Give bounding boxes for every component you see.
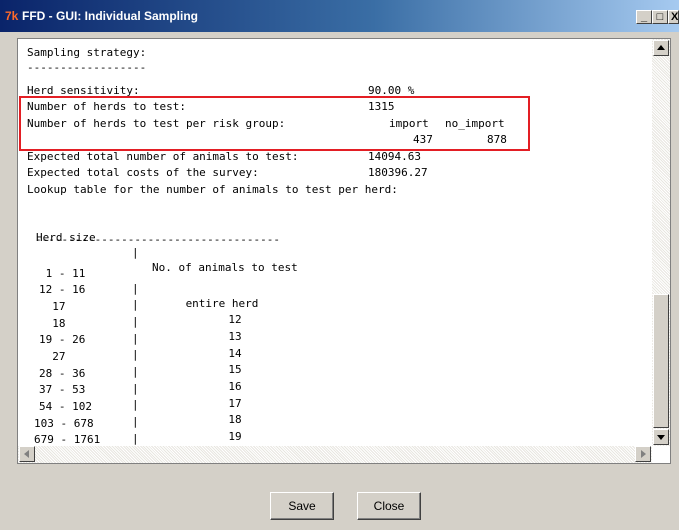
scroll-up-button[interactable]: [653, 40, 669, 56]
minimize-icon: _: [640, 11, 648, 23]
scroll-right-button[interactable]: [635, 446, 651, 462]
maximize-icon: □: [656, 11, 664, 23]
table-row: 679 - 1761 | 21: [34, 417, 355, 446]
table-row: 27 | 16: [35, 334, 355, 393]
table-row: 17 | 13: [35, 284, 355, 343]
arrow-down-icon: [657, 435, 665, 440]
output-text-frame: Sampling strategy: ------------------ He…: [17, 38, 671, 464]
expected-costs-label: Expected total costs of the survey:: [27, 166, 259, 179]
lookup-table-header: Herd size | No. of animals to test: [35, 215, 355, 274]
lookup-table-rule: -------------------------------------: [35, 233, 281, 246]
strategy-header: Sampling strategy:: [27, 46, 147, 59]
table-row: 28 - 36 | 17: [35, 351, 355, 410]
table-row: 103 - 678 | 20: [34, 401, 355, 445]
scroll-down-button[interactable]: [653, 429, 669, 445]
individual-sampling-window: 7k FFD - GUI: Individual Sampling _ □ X …: [0, 0, 679, 530]
table-row: 19 - 26 | 15: [35, 317, 355, 376]
vertical-scrollbar[interactable]: [652, 39, 670, 446]
table-row: 1 - 11 | entire herd: [35, 251, 355, 310]
close-icon: X: [671, 11, 679, 23]
arrow-right-icon: [641, 450, 646, 458]
close-window-button[interactable]: X: [668, 10, 679, 24]
table-row: 54 - 102 | 19: [35, 384, 355, 443]
horizontal-scrollbar[interactable]: [18, 446, 652, 463]
close-button[interactable]: Close: [357, 492, 421, 520]
tk-feather-icon: 7k: [5, 9, 19, 23]
expected-animals-label: Expected total number of animals to test…: [27, 150, 299, 163]
expected-costs-value: 180396.27: [368, 166, 428, 179]
save-button[interactable]: Save: [270, 492, 334, 520]
table-row: 37 - 53 | 18: [35, 367, 355, 426]
window-title: FFD - GUI: Individual Sampling: [22, 9, 198, 23]
arrow-up-icon: [657, 45, 665, 50]
output-text-area[interactable]: Sampling strategy: ------------------ He…: [18, 39, 652, 446]
highlight-annotation-box: [19, 96, 530, 151]
button-bar: Save Close: [0, 470, 679, 530]
vertical-scroll-thumb[interactable]: [653, 294, 669, 428]
scroll-left-button[interactable]: [19, 446, 35, 462]
strategy-divider: ------------------: [27, 61, 147, 74]
table-row: 12 - 16 | 12: [35, 267, 355, 326]
arrow-left-icon: [24, 450, 29, 458]
row-separator: |: [132, 432, 139, 445]
lookup-table-title: Lookup table for the number of animals t…: [27, 183, 398, 196]
table-row: 18 | 14: [35, 301, 355, 360]
herd-size-cell: 679 - 1761: [34, 433, 101, 446]
title-bar[interactable]: 7k FFD - GUI: Individual Sampling _ □ X: [0, 0, 679, 32]
maximize-button[interactable]: □: [652, 10, 668, 24]
expected-animals-value: 14094.63: [368, 150, 421, 163]
minimize-button[interactable]: _: [636, 10, 652, 24]
